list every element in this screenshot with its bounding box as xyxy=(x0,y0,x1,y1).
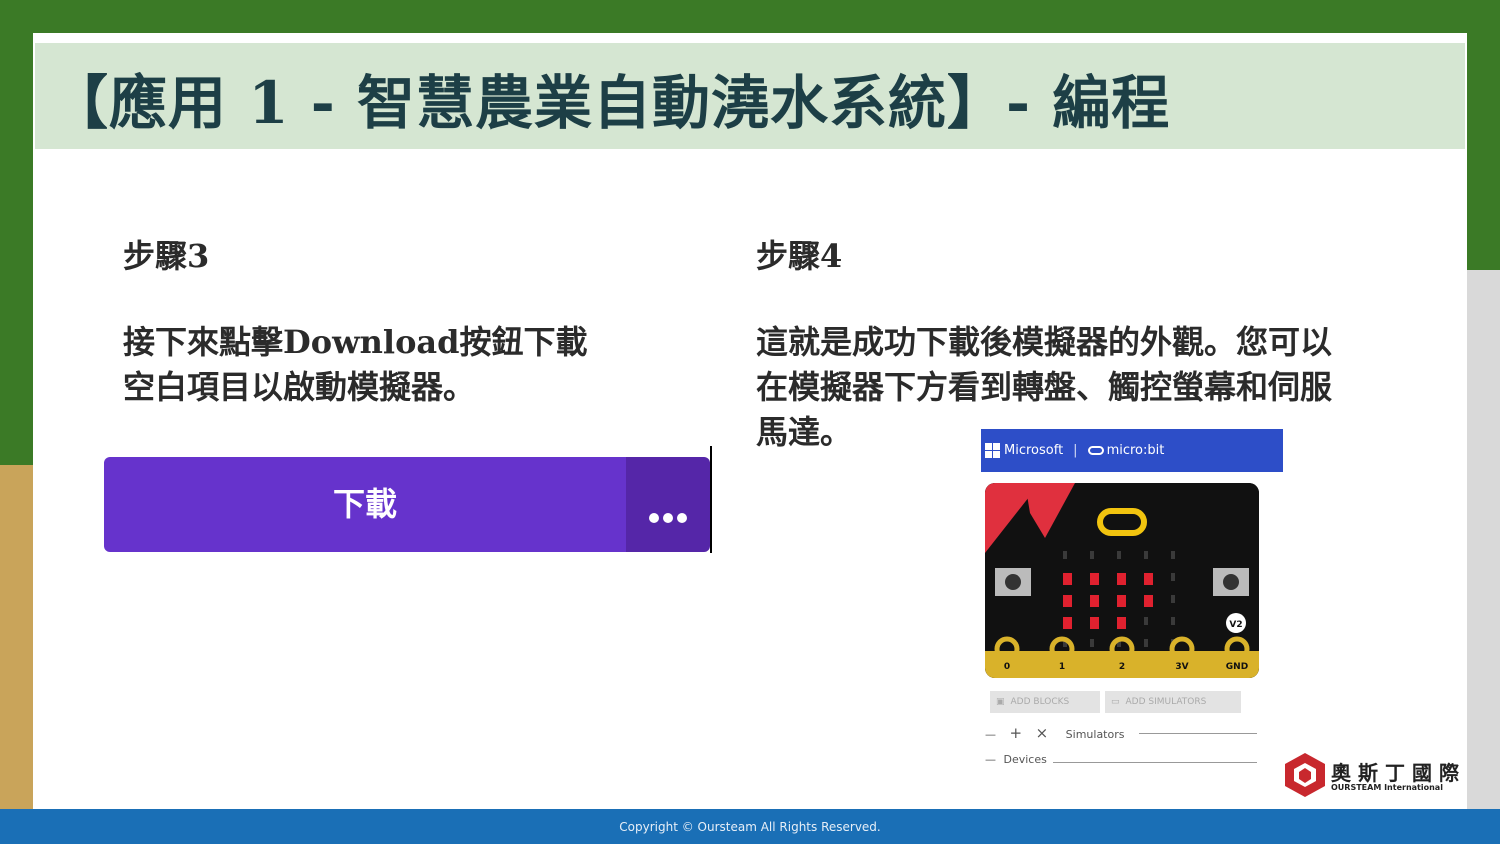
pin-label: 1 xyxy=(1059,662,1065,672)
devices-rule xyxy=(1053,762,1257,763)
simulators-rule xyxy=(1139,733,1257,734)
oursteam-logo-icon xyxy=(1285,753,1325,797)
led xyxy=(1171,573,1175,581)
pin-label: GND xyxy=(1226,662,1248,672)
led xyxy=(1171,551,1175,559)
logo-name: 奧斯丁國際 xyxy=(1331,761,1466,785)
close-icon[interactable]: × xyxy=(1036,724,1049,742)
add-blocks-label: ADD BLOCKS xyxy=(1010,697,1070,707)
logo-subtitle: OURSTEAM International xyxy=(1331,783,1443,792)
step4-line2: 在模擬器下方看到轉盤、觸控螢幕和伺服 xyxy=(756,368,1333,406)
more-dot-icon xyxy=(649,512,659,523)
led xyxy=(1144,617,1148,625)
collapse-icon[interactable]: — xyxy=(985,753,996,766)
collapse-icon[interactable]: — xyxy=(985,728,996,741)
download-button[interactable]: 下載 xyxy=(104,457,626,552)
simulators-row: — + × Simulators xyxy=(985,724,1124,742)
button-b-cap xyxy=(1223,574,1239,590)
blocks-icon: ▣ xyxy=(996,697,1005,707)
led xyxy=(1144,639,1148,647)
microbit-board[interactable]: V2 0 1 2 3V GND xyxy=(985,483,1259,678)
step3-heading: 步驟3 xyxy=(123,237,210,275)
led xyxy=(1117,551,1121,559)
microbit-simulator: Microsoft | micro:bit V2 0 1 2 3V GND ▣ … xyxy=(981,429,1283,794)
microsoft-logo-icon xyxy=(985,443,1000,458)
led xyxy=(1144,551,1148,559)
led xyxy=(1063,617,1072,629)
add-blocks-button[interactable]: ▣ ADD BLOCKS xyxy=(990,691,1100,713)
pin-label: 2 xyxy=(1119,662,1125,672)
text-cursor-line xyxy=(710,446,712,553)
step4-line1: 這就是成功下載後模擬器的外觀。您可以 xyxy=(756,323,1333,361)
pin-label: 0 xyxy=(1004,662,1010,672)
devices-row: — Devices xyxy=(985,753,1047,766)
led xyxy=(1090,595,1099,607)
more-dot-icon xyxy=(677,512,687,523)
add-simulators-label: ADD SIMULATORS xyxy=(1125,697,1207,707)
pin-label: 3V xyxy=(1175,662,1188,672)
footer: Copyright © Oursteam All Rights Reserved… xyxy=(0,809,1500,844)
led xyxy=(1171,617,1175,625)
step4-heading: 步驟4 xyxy=(756,237,843,275)
copyright-text: Copyright © Oursteam All Rights Reserved… xyxy=(619,819,881,834)
header-divider: | xyxy=(1073,443,1078,458)
led xyxy=(1117,573,1126,585)
more-options-button[interactable] xyxy=(626,457,710,552)
led xyxy=(1117,617,1126,629)
step3-description: 接下來點擊Download按鈕下載 空白項目以啟動模擬器。 xyxy=(123,320,588,410)
download-button-label: 下載 xyxy=(332,484,397,523)
led xyxy=(1063,573,1072,585)
led xyxy=(1090,573,1099,585)
led xyxy=(1144,595,1153,607)
simulators-label: Simulators xyxy=(1065,728,1125,741)
slide-title: 【應用 1 - 智慧農業自動澆水系統】- 編程 xyxy=(50,69,1171,137)
product-label: micro:bit xyxy=(1106,443,1165,458)
button-a-cap xyxy=(1005,574,1021,590)
led xyxy=(1090,551,1094,559)
v2-badge: V2 xyxy=(1229,620,1242,630)
led xyxy=(1144,573,1153,585)
led xyxy=(1090,617,1099,629)
step3-line2: 空白項目以啟動模擬器。 xyxy=(123,368,476,406)
add-icon[interactable]: + xyxy=(1010,724,1023,742)
devices-label: Devices xyxy=(1003,753,1047,766)
brand-label: Microsoft xyxy=(1004,443,1064,458)
led xyxy=(1171,595,1175,603)
board-graphic: V2 0 1 2 3V GND xyxy=(985,483,1259,678)
led xyxy=(1090,639,1094,647)
more-dot-icon xyxy=(663,512,673,523)
microbit-logo-icon xyxy=(1087,446,1104,455)
led xyxy=(1063,551,1067,559)
led xyxy=(1063,595,1072,607)
add-simulators-button[interactable]: ▭ ADD SIMULATORS xyxy=(1105,691,1241,713)
simulator-icon: ▭ xyxy=(1111,697,1120,707)
led xyxy=(1117,595,1126,607)
simulator-header: Microsoft | micro:bit xyxy=(981,429,1283,472)
step3-line1: 接下來點擊Download按鈕下載 xyxy=(123,323,588,361)
